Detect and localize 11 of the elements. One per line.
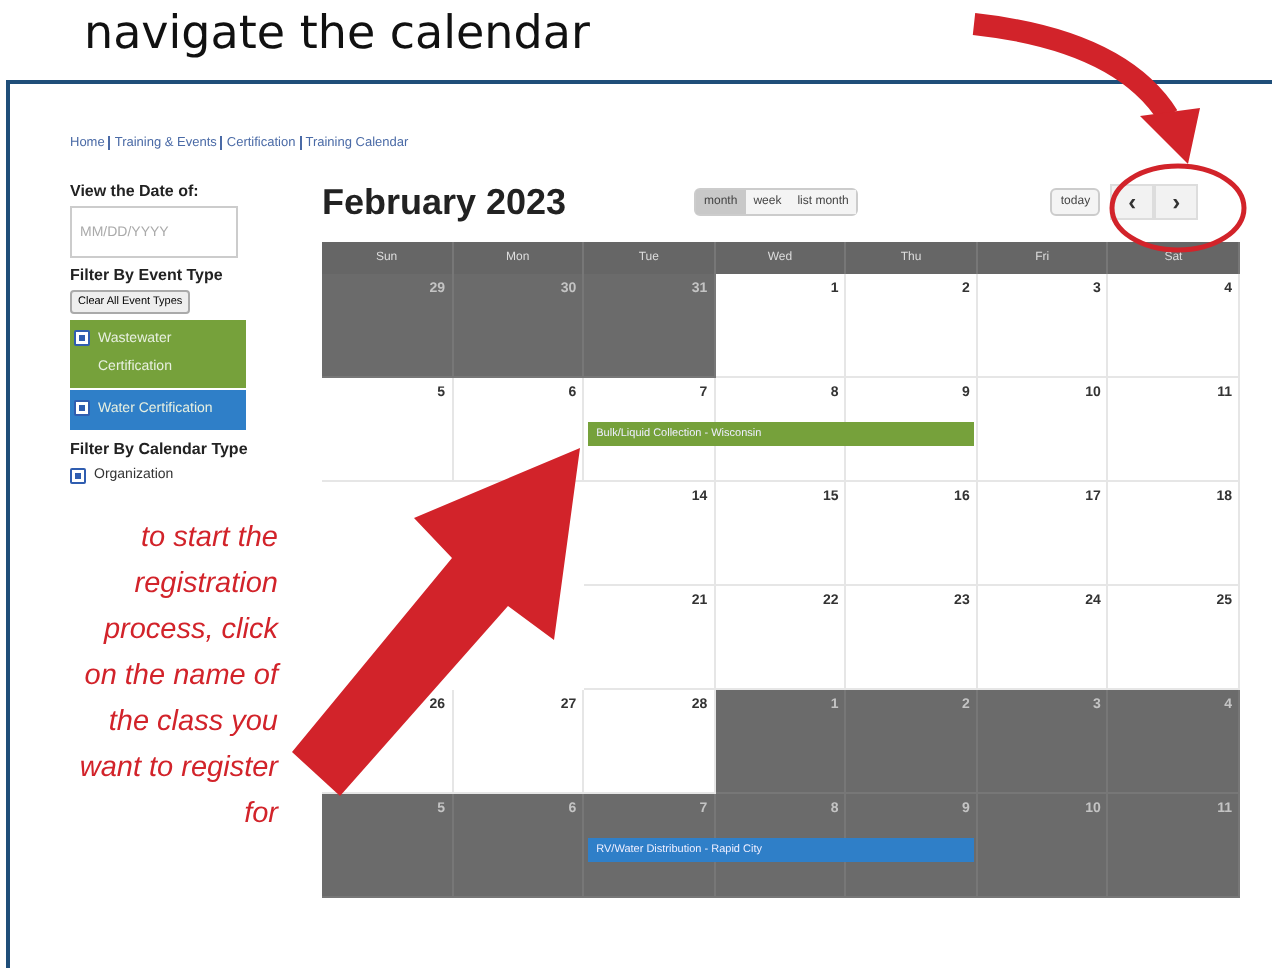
date-label: View the Date of: — [70, 182, 199, 200]
filter-heading: Filter By Calendar Type — [70, 440, 248, 458]
checkbox[interactable] — [74, 400, 90, 416]
checkbox[interactable] — [70, 468, 86, 484]
checkbox[interactable] — [74, 330, 90, 346]
month-title: February 2023 — [322, 181, 569, 223]
annotation-caption: navigate the calendar — [82, 6, 592, 64]
instruction-note: to start the registration process, click on the name of the class you want to register for — [77, 520, 278, 834]
filter-heading: Filter By Event Type — [70, 266, 223, 284]
highlight-ellipse — [1109, 163, 1247, 253]
next-button[interactable]: › — [1154, 184, 1199, 220]
